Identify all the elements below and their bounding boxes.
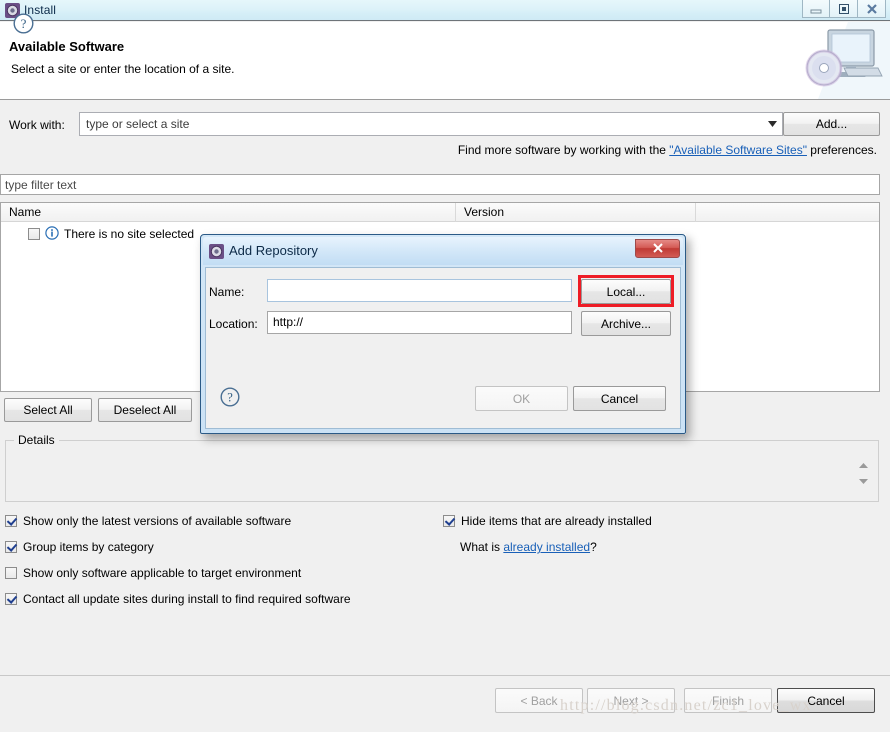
option-show-latest-versions[interactable]: Show only the latest versions of availab… (5, 514, 291, 528)
minimize-icon (809, 4, 823, 14)
dialog-cancel-button[interactable]: Cancel (573, 386, 666, 411)
computer-disc-icon (798, 22, 890, 99)
next-button[interactable]: Next > (587, 688, 675, 713)
already-installed-link[interactable]: already installed (503, 540, 590, 554)
add-button[interactable]: Add... (783, 112, 880, 136)
name-field-label: Name: (209, 285, 245, 299)
dialog-title: Add Repository (229, 243, 318, 258)
window-controls (802, 0, 886, 18)
checkbox-hide-installed[interactable] (443, 515, 455, 527)
dialog-close-button[interactable] (635, 239, 680, 258)
install-wizard-window: Install Available Software Select a site… (0, 0, 890, 732)
close-icon (652, 242, 664, 256)
window-titlebar: Install (0, 0, 890, 21)
checkbox-target-environment[interactable] (5, 567, 17, 579)
row-checkbox[interactable] (28, 228, 40, 240)
what-is-suffix: ? (590, 540, 597, 554)
option-label: Show only the latest versions of availab… (23, 514, 292, 528)
help-question-icon[interactable]: ? (13, 13, 34, 34)
option-label: Group items by category (23, 540, 154, 554)
work-with-input[interactable]: type or select a site (86, 117, 189, 131)
column-header-extra[interactable] (696, 203, 879, 222)
svg-text:?: ? (21, 16, 27, 31)
what-is-prefix: What is (460, 540, 504, 554)
cancel-button[interactable]: Cancel (777, 688, 875, 713)
select-all-button[interactable]: Select All (4, 398, 92, 422)
option-label: Contact all update sites during install … (23, 592, 351, 606)
local-button[interactable]: Local... (581, 279, 671, 304)
location-field-label: Location: (209, 317, 258, 331)
svg-text:?: ? (227, 391, 233, 405)
row-name-label: There is no site selected (64, 227, 195, 241)
wizard-header: Available Software Select a site or ente… (0, 22, 890, 100)
table-row[interactable]: There is no site selected (1, 225, 194, 243)
minimize-button[interactable] (802, 0, 830, 18)
archive-button[interactable]: Archive... (581, 311, 671, 336)
dialog-help-question-icon[interactable]: ? (220, 387, 240, 407)
ok-button[interactable]: OK (475, 386, 568, 411)
deselect-all-button[interactable]: Deselect All (98, 398, 192, 422)
what-is-already-installed-text: What is already installed? (460, 540, 597, 554)
dialog-titlebar: Add Repository (203, 237, 683, 265)
page-title: Available Software (9, 39, 125, 54)
checkbox-group-by-category[interactable] (5, 541, 17, 553)
close-icon (865, 3, 879, 15)
option-hide-installed[interactable]: Hide items that are already installed (443, 514, 652, 528)
work-with-row: Work with: type or select a site Add... (0, 112, 890, 138)
page-subtitle: Select a site or enter the location of a… (11, 62, 235, 76)
finish-button[interactable]: Finish (684, 688, 772, 713)
triangle-up-icon[interactable] (859, 457, 868, 471)
close-button[interactable] (858, 0, 886, 18)
checkbox-show-latest-versions[interactable] (5, 515, 17, 527)
details-panel: Details (5, 433, 879, 502)
location-input[interactable]: http:// (267, 311, 572, 334)
tree-header: Name Version (1, 203, 879, 222)
option-target-environment[interactable]: Show only software applicable to target … (5, 566, 301, 580)
option-label: Hide items that are already installed (461, 514, 652, 528)
available-software-sites-link[interactable]: "Available Software Sites" (669, 143, 807, 157)
filter-placeholder: type filter text (5, 178, 77, 192)
install-gear-icon (209, 244, 224, 259)
triangle-down-icon[interactable] (859, 473, 868, 487)
details-scroll-spinner[interactable] (857, 460, 870, 484)
restore-icon (837, 3, 851, 15)
work-with-label: Work with: (9, 118, 65, 132)
details-label: Details (14, 433, 59, 447)
find-more-suffix: preferences. (806, 143, 877, 157)
option-label: Show only software applicable to target … (23, 566, 302, 580)
find-more-software-text: Find more software by working with the "… (458, 143, 877, 157)
name-input[interactable] (267, 279, 572, 302)
column-header-version[interactable]: Version (456, 203, 696, 222)
info-icon (45, 225, 59, 243)
chevron-down-icon[interactable] (763, 114, 781, 134)
work-with-combo[interactable]: type or select a site (79, 112, 783, 136)
restore-button[interactable] (830, 0, 858, 18)
option-group-by-category[interactable]: Group items by category (5, 540, 154, 554)
back-button[interactable]: < Back (495, 688, 583, 713)
checkbox-contact-update-sites[interactable] (5, 593, 17, 605)
find-more-prefix: Find more software by working with the (457, 143, 670, 157)
option-contact-update-sites[interactable]: Contact all update sites during install … (5, 592, 351, 606)
column-header-name[interactable]: Name (1, 203, 456, 222)
filter-input[interactable]: type filter text (0, 174, 880, 195)
